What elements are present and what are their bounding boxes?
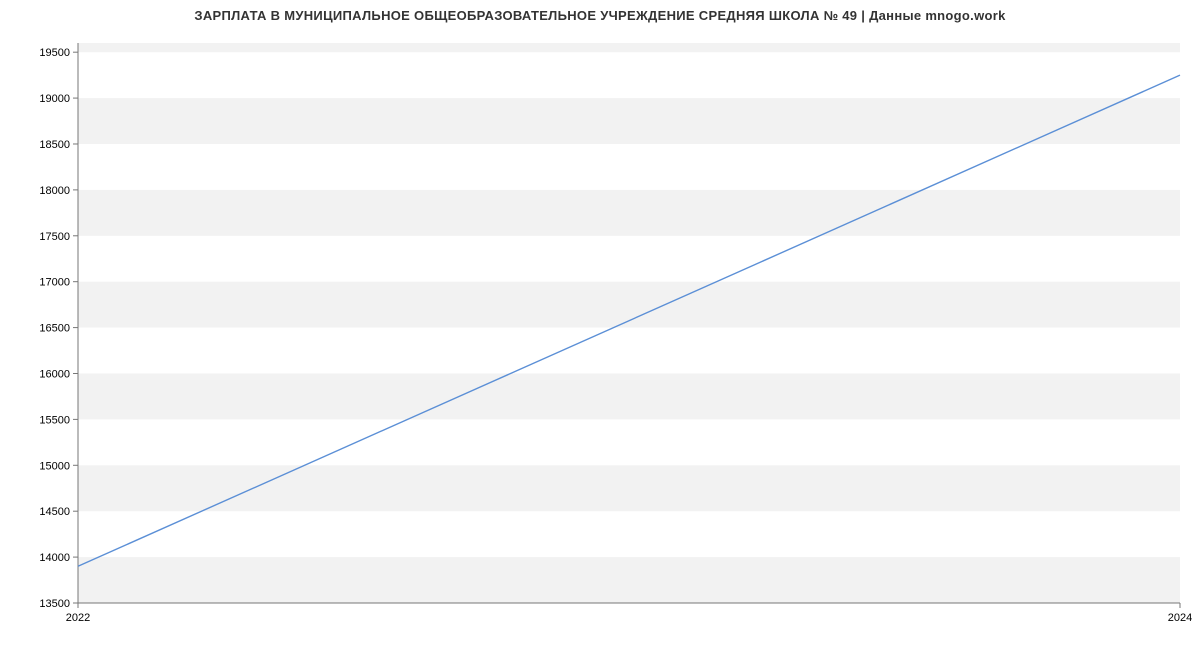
chart-svg: 13500 14000 14500 15000 15500 16000 16500 17000… (0, 23, 1200, 643)
grid-band (78, 465, 1180, 511)
y-tick-label: 14000 (39, 552, 70, 564)
grid-band (78, 557, 1180, 603)
chart-title: ЗАРПЛАТА В МУНИЦИПАЛЬНОЕ ОБЩЕОБРАЗОВАТЕЛ… (0, 0, 1200, 23)
y-tick-label: 18500 (39, 139, 70, 151)
grid-band (78, 190, 1180, 236)
y-tick-label: 19000 (39, 93, 70, 105)
x-tick-label: 2022 (66, 612, 90, 624)
y-tick-label: 15000 (39, 460, 70, 472)
y-tick-label: 15500 (39, 414, 70, 426)
grid-band (78, 43, 1180, 52)
y-tick-label: 19500 (39, 47, 70, 59)
chart-area: 13500 14000 14500 15000 15500 16000 16500 17000… (0, 23, 1200, 643)
grid-band (78, 373, 1180, 419)
x-tick-label: 2024 (1168, 612, 1192, 624)
grid-band (78, 98, 1180, 144)
y-tick-label: 14500 (39, 506, 70, 518)
y-tick-label: 17000 (39, 277, 70, 289)
y-tick-label: 13500 (39, 598, 70, 610)
y-tick-label: 16000 (39, 368, 70, 380)
y-tick-label: 17500 (39, 231, 70, 243)
y-tick-label: 18000 (39, 185, 70, 197)
y-tick-label: 16500 (39, 323, 70, 335)
